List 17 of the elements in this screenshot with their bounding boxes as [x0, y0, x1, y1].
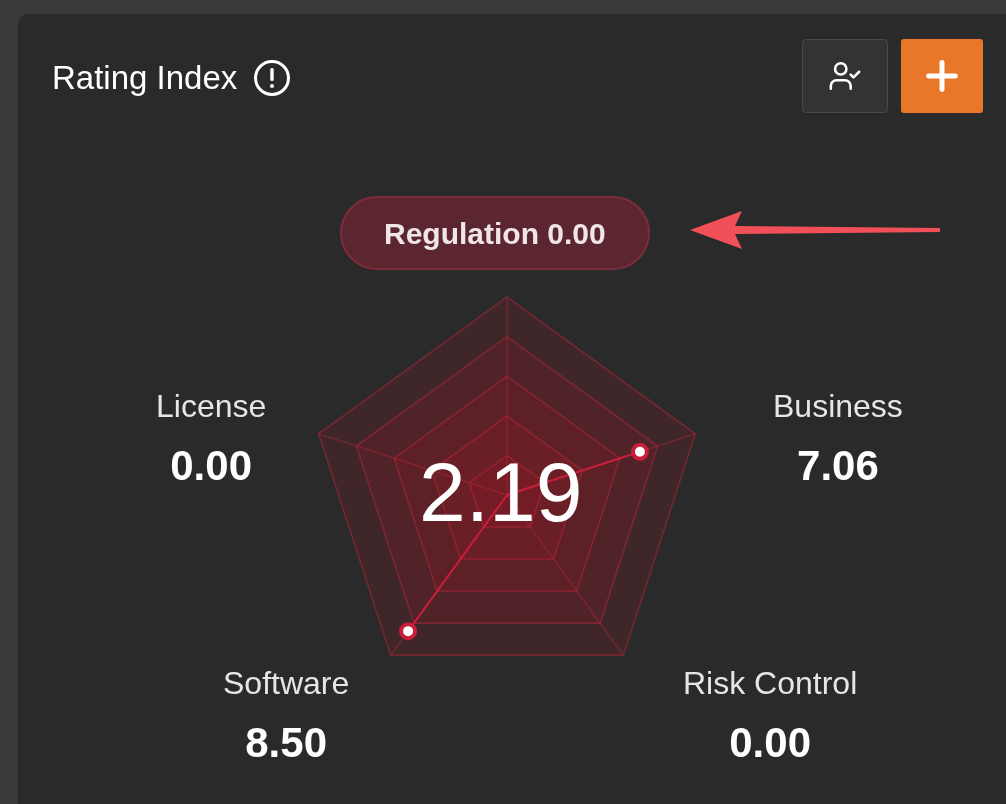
dimension-label: Software	[223, 664, 350, 703]
dimension-label: Business	[773, 387, 903, 426]
data-point	[630, 442, 649, 461]
dimension-score: 8.50	[245, 718, 327, 768]
info-icon[interactable]	[253, 59, 292, 97]
dimension-score: 7.06	[797, 441, 879, 491]
data-point	[399, 622, 418, 641]
panel-title: Rating Index	[52, 58, 238, 99]
dimension-score: 0.00	[729, 718, 811, 768]
dimension-label: Risk Control	[683, 664, 858, 703]
user-check-icon	[828, 59, 862, 93]
dimension-label: License	[156, 387, 267, 426]
dimension-score: 0.00	[170, 441, 252, 491]
regulation-score-pill: Regulation 0.00	[340, 196, 650, 270]
user-check-button[interactable]	[802, 39, 888, 113]
overall-score: 2.19	[419, 450, 583, 534]
add-button[interactable]	[901, 39, 983, 113]
